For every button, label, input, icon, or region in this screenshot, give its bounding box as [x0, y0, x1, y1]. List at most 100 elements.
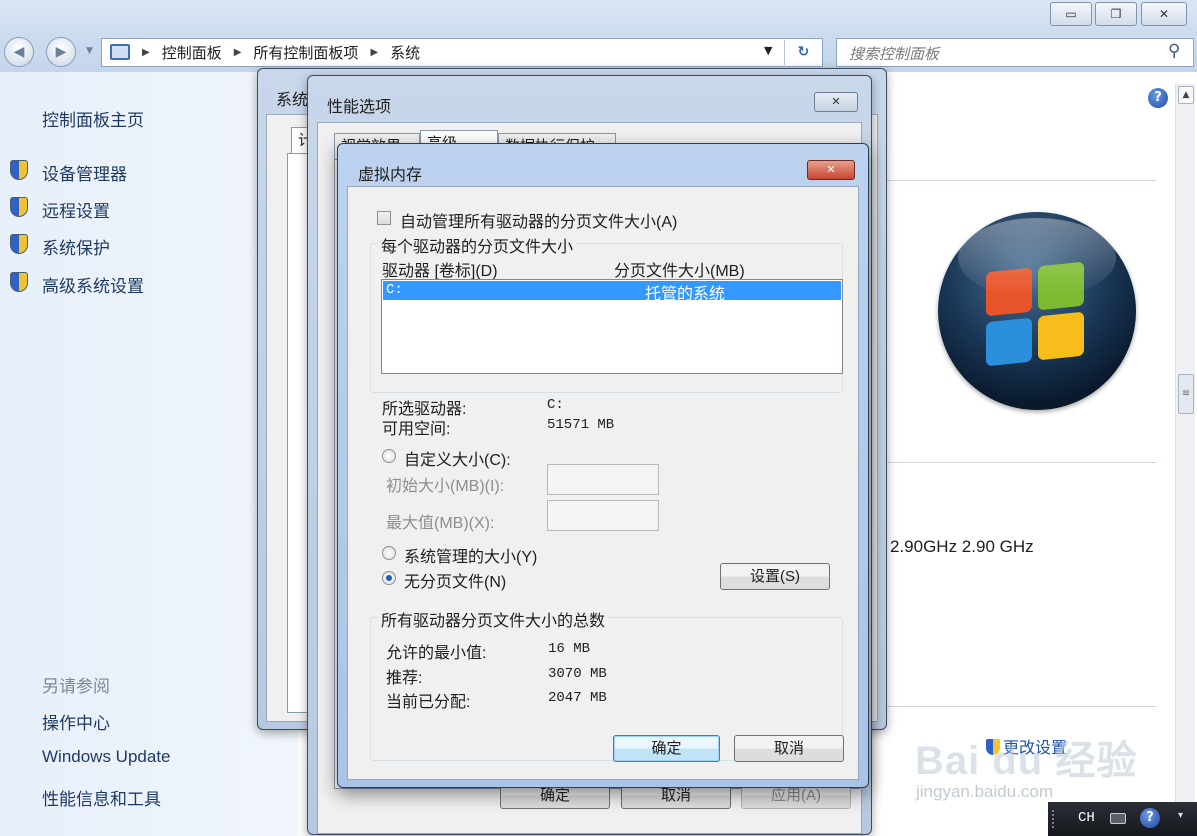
drive-paging-size: 托管的系统 [645, 286, 726, 303]
close-window-button[interactable]: ✕ [1141, 2, 1187, 26]
control-panel-home-link[interactable]: 控制面板主页 [42, 106, 144, 131]
breadcrumb-separator-icon[interactable]: ▶ [142, 47, 150, 58]
performance-options-title: 性能选项 [327, 99, 392, 116]
min-allowed-value: 16 MB [548, 641, 591, 657]
processor-speed: 2.90GHz 2.90 GHz [890, 537, 1034, 556]
breadcrumb-system[interactable]: 系统 [390, 42, 420, 63]
system-managed-radio[interactable] [382, 546, 396, 560]
breadcrumb: ▶ 控制面板 ▶ 所有控制面板项 ▶ 系统 [142, 39, 432, 66]
system-managed-label[interactable]: 系统管理的大小(Y) [404, 543, 537, 567]
uac-shield-icon [10, 234, 28, 254]
help-icon[interactable]: ? [1148, 88, 1168, 108]
input-language-indicator[interactable]: CH [1078, 810, 1095, 826]
virtual-memory-dialog: 虚拟内存 ✕ 自动管理所有驱动器的分页文件大小(A) 每个驱动器的分页文件大小 … [337, 143, 869, 788]
baidu-watermark-logo: Bai du 经验 [915, 739, 1138, 783]
left-navigation-pane: 控制面板主页 设备管理器 远程设置 系统保护 高级系统设置 另请参阅 操作中心 … [0, 72, 298, 836]
section-divider [878, 180, 1156, 181]
search-placeholder: 搜索控制面板 [849, 46, 940, 63]
custom-size-label[interactable]: 自定义大小(C): [404, 446, 511, 470]
forward-button[interactable]: ▶ [46, 37, 76, 67]
no-paging-file-radio[interactable] [382, 571, 396, 585]
recommended-label: 推荐: [386, 670, 423, 687]
close-icon: ✕ [831, 95, 841, 108]
per-drive-group-title: 每个驱动器的分页文件大小 [378, 233, 577, 257]
recommended-value: 3070 MB [548, 666, 607, 682]
taskbar-grip[interactable] [1052, 810, 1057, 828]
virtual-memory-cancel-button[interactable]: 取消 [734, 735, 844, 762]
uac-shield-icon [10, 272, 28, 292]
virtual-memory-ok-button[interactable]: 确定 [613, 735, 720, 762]
address-bar[interactable]: ▶ 控制面板 ▶ 所有控制面板项 ▶ 系统 ▼ ↻ [101, 38, 823, 67]
performance-close-button[interactable]: ✕ [814, 92, 858, 112]
drive-list[interactable]: C: 托管的系统 [381, 279, 843, 374]
close-icon: ✕ [1158, 7, 1170, 21]
refresh-icon: ↻ [797, 44, 810, 60]
max-size-label: 最大值(MB)(X): [386, 515, 495, 532]
see-also-windows-update[interactable]: Windows Update [42, 747, 171, 767]
sidebar-item-device-manager[interactable]: 设备管理器 [42, 160, 127, 185]
taskbar-tray: CH ? ▾ [1048, 802, 1197, 836]
vertical-scrollbar[interactable]: ▲ ≡ [1175, 84, 1195, 834]
initial-size-label: 初始大小(MB)(I): [386, 478, 505, 495]
refresh-button[interactable]: ↻ [784, 40, 822, 65]
uac-shield-icon [10, 160, 28, 180]
baidu-watermark-url: jingyan.baidu.com [916, 782, 1054, 801]
free-space-value: 51571 MB [547, 417, 615, 433]
minimize-button[interactable]: ▭ [1050, 2, 1092, 26]
no-paging-file-label[interactable]: 无分页文件(N) [404, 568, 506, 592]
search-input[interactable]: 搜索控制面板 ⚲ [836, 38, 1194, 67]
search-icon[interactable]: ⚲ [1168, 41, 1180, 61]
see-also-action-center[interactable]: 操作中心 [42, 709, 110, 734]
totals-group-title: 所有驱动器分页文件大小的总数 [378, 607, 609, 631]
close-icon: ✕ [826, 163, 836, 176]
back-arrow-icon: ◀ [13, 44, 25, 60]
drive-column-header: 驱动器 [卷标](D) [382, 263, 498, 280]
sidebar-item-remote-settings[interactable]: 远程设置 [42, 197, 110, 222]
virtual-memory-title: 虚拟内存 [358, 167, 423, 184]
control-panel-icon [110, 44, 130, 60]
address-toolbar: ◀ ▶ ▼ ▶ 控制面板 ▶ 所有控制面板项 ▶ 系统 ▼ ↻ 搜索控制面板 ⚲ [0, 32, 1197, 72]
initial-size-input[interactable] [547, 464, 659, 495]
restore-button[interactable]: ❐ [1095, 2, 1137, 26]
size-column-header: 分页文件大小(MB) [614, 263, 745, 280]
restore-icon: ❐ [1110, 7, 1122, 21]
scroll-up-icon[interactable]: ▲ [1178, 86, 1194, 104]
section-divider [878, 462, 1156, 463]
breadcrumb-control-panel[interactable]: 控制面板 [162, 42, 222, 63]
back-button[interactable]: ◀ [4, 37, 34, 67]
help-icon[interactable]: ? [1140, 808, 1160, 828]
forward-arrow-icon: ▶ [55, 44, 67, 60]
breadcrumb-separator-icon[interactable]: ▶ [234, 47, 242, 58]
keyboard-icon[interactable] [1110, 813, 1126, 824]
list-item[interactable]: C: 托管的系统 [383, 281, 841, 303]
sidebar-item-advanced-settings[interactable]: 高级系统设置 [42, 272, 144, 297]
scroll-thumb[interactable]: ≡ [1178, 374, 1194, 414]
set-button[interactable]: 设置(S) [720, 563, 830, 590]
see-also-performance-tools[interactable]: 性能信息和工具 [42, 785, 161, 810]
breadcrumb-all-items[interactable]: 所有控制面板项 [253, 42, 358, 63]
auto-manage-label[interactable]: 自动管理所有驱动器的分页文件大小(A) [400, 208, 677, 232]
sidebar-item-system-protection[interactable]: 系统保护 [42, 234, 110, 259]
uac-shield-icon [10, 197, 28, 217]
minimize-icon: ▭ [1065, 7, 1077, 21]
drive-letter: C: [386, 282, 403, 298]
section-divider [878, 706, 1156, 707]
free-space-label: 可用空间: [382, 421, 451, 438]
max-size-input[interactable] [547, 500, 659, 531]
auto-manage-checkbox[interactable] [377, 211, 391, 225]
address-dropdown-icon[interactable]: ▼ [764, 44, 772, 57]
virtual-memory-close-button[interactable]: ✕ [807, 160, 855, 180]
see-also-heading: 另请参阅 [42, 677, 110, 696]
allocated-label: 当前已分配: [386, 694, 471, 711]
selected-drive-value: C: [547, 397, 564, 413]
min-allowed-label: 允许的最小值: [386, 645, 487, 662]
tray-options-icon[interactable]: ▾ [1178, 810, 1183, 821]
custom-size-radio[interactable] [382, 449, 396, 463]
allocated-value: 2047 MB [548, 690, 607, 706]
system-properties-title: 系统 [276, 92, 309, 109]
virtual-memory-body: 自动管理所有驱动器的分页文件大小(A) 每个驱动器的分页文件大小 驱动器 [卷标… [347, 186, 859, 780]
windows-logo-icon [938, 212, 1136, 410]
recent-pages-dropdown[interactable]: ▼ [86, 46, 93, 56]
window-titlebar: ▭ ❐ ✕ [0, 0, 1197, 32]
breadcrumb-separator-icon[interactable]: ▶ [370, 47, 378, 58]
